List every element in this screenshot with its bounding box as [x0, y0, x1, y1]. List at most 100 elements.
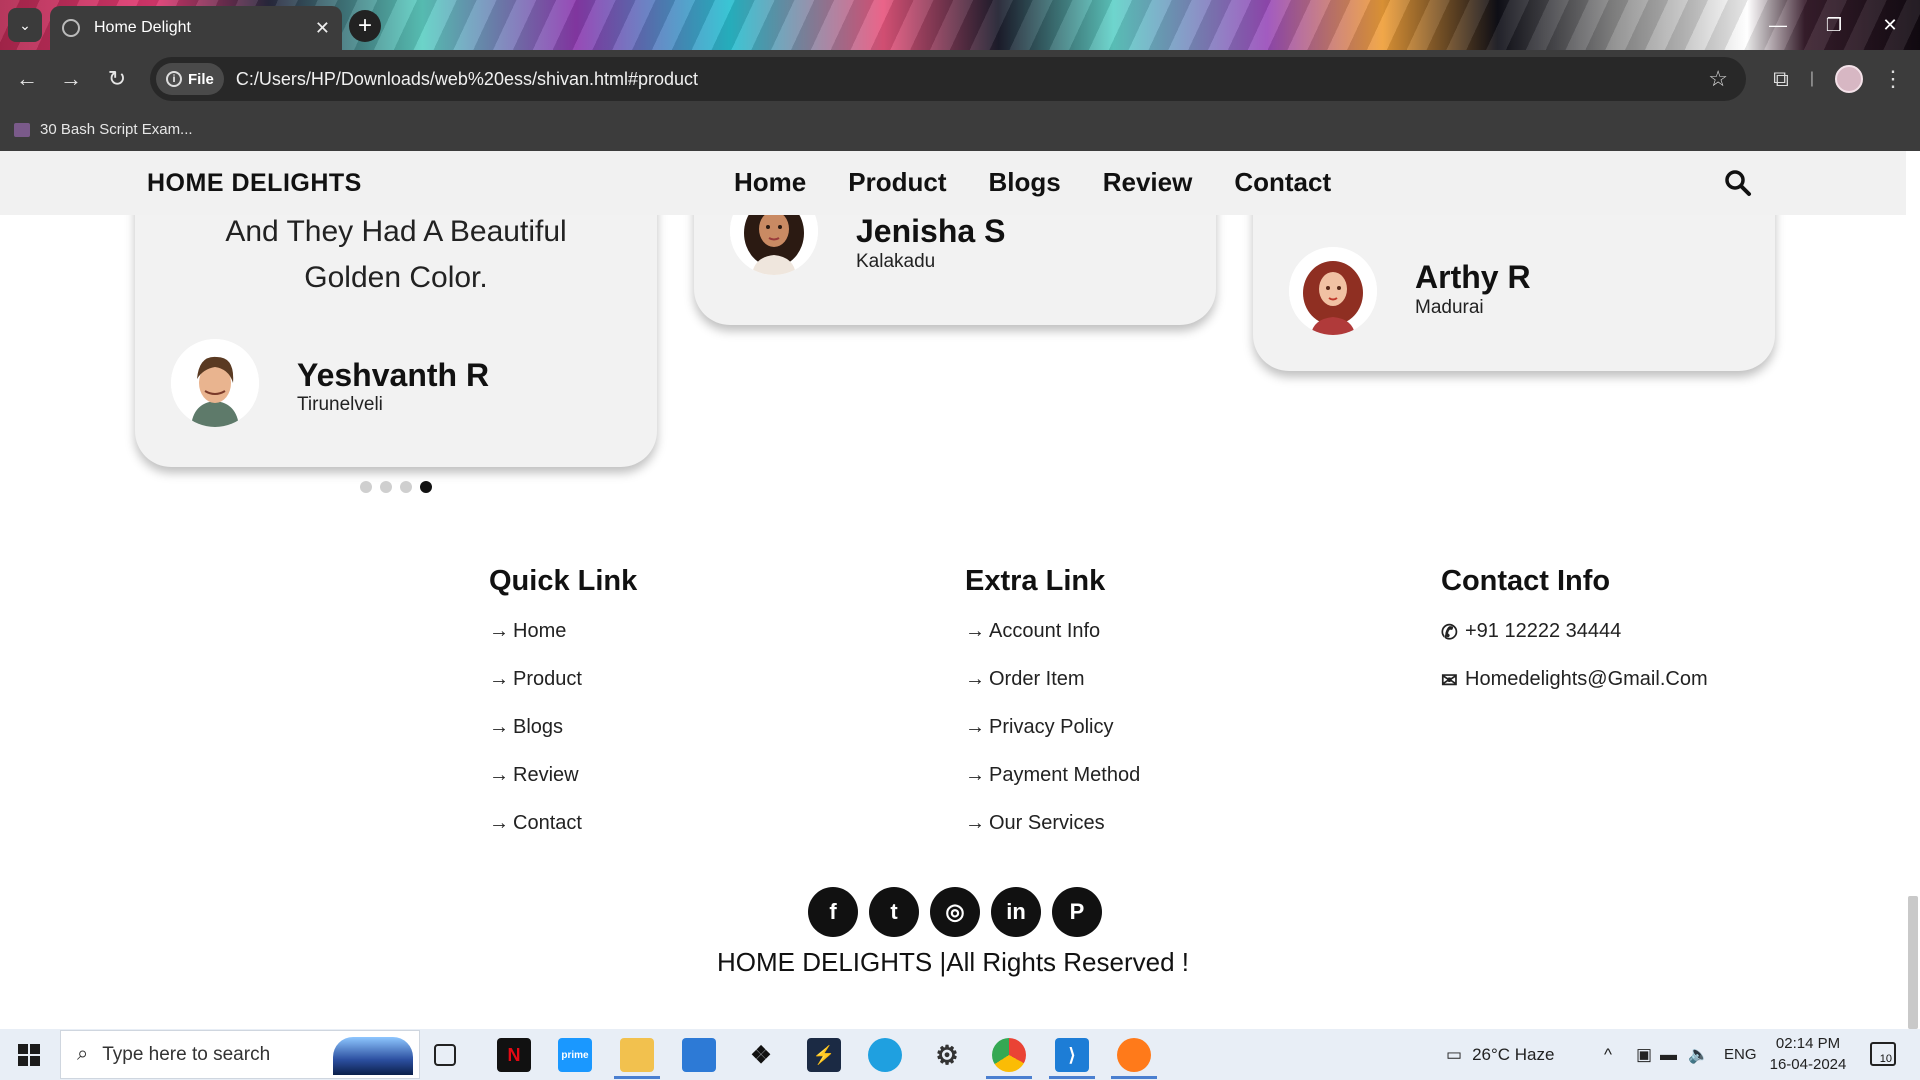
- social-links: f t ◎ in P: [808, 887, 1102, 937]
- footer-link-product[interactable]: → Product: [489, 668, 637, 716]
- footer-link-our-services[interactable]: → Our Services: [965, 812, 1140, 860]
- arrow-right-icon: →: [489, 668, 509, 690]
- chrome-icon[interactable]: [986, 1038, 1032, 1079]
- settings-gear-icon[interactable]: ⚙: [930, 1038, 964, 1072]
- nav-contact[interactable]: Contact: [1234, 167, 1331, 198]
- footer-phone[interactable]: ✆ +91 12222 34444: [1441, 620, 1708, 668]
- arrow-right-icon: →: [965, 812, 985, 834]
- address-bar[interactable]: i File C:/Users/HP/Downloads/web%20ess/s…: [150, 57, 1746, 101]
- footer-link-review[interactable]: → Review: [489, 764, 637, 812]
- url-text[interactable]: C:/Users/HP/Downloads/web%20ess/shivan.h…: [236, 69, 1708, 90]
- reviewer-city: Madurai: [1415, 297, 1484, 318]
- carousel-dot[interactable]: [380, 481, 392, 493]
- back-icon[interactable]: ←: [12, 64, 42, 94]
- tab-strip: ⌄ Home Delight ✕ + — ❐ ✕: [0, 0, 1920, 50]
- footer-link-order-item[interactable]: → Order Item: [965, 668, 1140, 716]
- footer-quick-links: Quick Link → Home → Product → Blogs → Review…: [489, 565, 637, 860]
- bookmark-star-icon[interactable]: ☆: [1708, 66, 1728, 92]
- close-window-icon[interactable]: ✕: [1862, 0, 1918, 50]
- powershell-icon[interactable]: ⚡: [807, 1038, 841, 1072]
- nav-home[interactable]: Home: [734, 167, 806, 198]
- kebab-menu-icon[interactable]: ⋮: [1880, 62, 1906, 96]
- email-address: Homedelights@Gmail.Com: [1465, 668, 1708, 690]
- language-indicator[interactable]: ENG: [1724, 1029, 1757, 1080]
- battery-icon[interactable]: ▬: [1660, 1029, 1677, 1080]
- taskbar-search-placeholder: Type here to search: [102, 1043, 271, 1065]
- carousel-pagination: [360, 481, 432, 493]
- minimize-icon[interactable]: —: [1750, 0, 1806, 50]
- footer-heading: Contact Info: [1441, 565, 1611, 597]
- carousel-dot[interactable]: [360, 481, 372, 493]
- site-nav: Home Product Blogs Review Contact: [734, 167, 1373, 198]
- tab-search-button[interactable]: ⌄: [8, 8, 42, 42]
- close-tab-icon[interactable]: ✕: [315, 18, 330, 39]
- link-label: Account Info: [989, 620, 1101, 642]
- nav-review[interactable]: Review: [1103, 167, 1193, 198]
- instagram-icon[interactable]: ◎: [930, 887, 980, 937]
- site-logo[interactable]: HOME DELIGHTS: [147, 169, 362, 198]
- site-info-chip[interactable]: i File: [156, 63, 224, 95]
- footer-link-account-info[interactable]: → Account Info: [965, 620, 1140, 668]
- link-label: Payment Method: [989, 764, 1141, 786]
- footer-contact-info: Contact Info ✆ +91 12222 34444 ✉ Homedelig…: [1441, 565, 1708, 716]
- carousel-dot-active[interactable]: [420, 481, 432, 493]
- envelope-icon: ✉: [1441, 670, 1458, 692]
- footer-link-payment-method[interactable]: → Payment Method: [965, 764, 1140, 812]
- footer-link-blogs[interactable]: → Blogs: [489, 716, 637, 764]
- new-tab-button[interactable]: +: [349, 10, 381, 42]
- linkedin-icon[interactable]: in: [991, 887, 1041, 937]
- volume-icon[interactable]: 🔈: [1688, 1029, 1709, 1080]
- arrow-right-icon: →: [489, 716, 509, 738]
- carousel-dot[interactable]: [400, 481, 412, 493]
- extensions-icon[interactable]: ⧉: [1766, 62, 1796, 96]
- footer-email[interactable]: ✉ Homedelights@Gmail.Com: [1441, 668, 1708, 716]
- netflix-icon[interactable]: N: [497, 1038, 531, 1072]
- copyright-text: HOME DELIGHTS |All Rights Reserved !: [717, 947, 1189, 977]
- facebook-icon[interactable]: f: [808, 887, 858, 937]
- tab-home-delight[interactable]: Home Delight ✕: [50, 6, 342, 50]
- edge-icon[interactable]: [868, 1038, 902, 1072]
- chevron-down-icon: ⌄: [19, 16, 31, 33]
- weather-widget[interactable]: ▭ 26°C Haze: [1446, 1029, 1554, 1080]
- bookmark-item[interactable]: 30 Bash Script Exam...: [40, 121, 193, 138]
- task-view-icon[interactable]: [434, 1044, 456, 1066]
- firefox-icon[interactable]: [1111, 1038, 1157, 1079]
- profile-avatar[interactable]: [1832, 62, 1866, 96]
- arrow-right-icon: →: [965, 764, 985, 786]
- tray-overflow-icon[interactable]: ^: [1604, 1029, 1612, 1080]
- site-header: HOME DELIGHTS Home Product Blogs Review …: [0, 151, 1906, 215]
- system-clock[interactable]: 02:14 PM 16-04-2024: [1768, 1033, 1848, 1075]
- footer-link-home[interactable]: → Home: [489, 620, 637, 668]
- weather-text: 26°C Haze: [1472, 1044, 1555, 1064]
- twitter-icon[interactable]: t: [869, 887, 919, 937]
- footer-link-privacy-policy[interactable]: → Privacy Policy: [965, 716, 1140, 764]
- footer-link-contact[interactable]: → Contact: [489, 812, 637, 860]
- vscode-icon[interactable]: ⟩: [1049, 1038, 1095, 1079]
- pinterest-icon[interactable]: P: [1052, 887, 1102, 937]
- reload-icon[interactable]: ↻: [102, 64, 132, 94]
- reviewer-city: Kalakadu: [856, 251, 936, 272]
- notification-center-icon[interactable]: 10: [1870, 1042, 1896, 1066]
- globe-icon: [62, 19, 80, 37]
- restore-icon[interactable]: ❐: [1806, 0, 1862, 50]
- prime-video-icon[interactable]: prime: [558, 1038, 592, 1072]
- reviewer-name: Arthy R: [1415, 259, 1531, 295]
- dropbox-icon[interactable]: ❖: [744, 1038, 778, 1072]
- meet-now-icon[interactable]: ▣: [1636, 1029, 1652, 1080]
- nav-blogs[interactable]: Blogs: [988, 167, 1060, 198]
- search-icon[interactable]: [1724, 169, 1752, 197]
- search-icon: ⌕: [77, 1043, 89, 1065]
- microsoft-store-icon[interactable]: [682, 1038, 716, 1072]
- link-label: Home: [513, 620, 567, 642]
- file-explorer-icon[interactable]: [614, 1038, 660, 1079]
- reviewer-name: Jenisha S: [856, 213, 1006, 249]
- reviewer-avatar: [171, 339, 259, 427]
- link-label: Review: [513, 764, 579, 786]
- forward-icon[interactable]: →: [56, 64, 86, 94]
- nav-product[interactable]: Product: [848, 167, 946, 198]
- taskbar-search-box[interactable]: ⌕ Type here to search: [60, 1030, 420, 1079]
- scrollbar-thumb[interactable]: [1908, 896, 1918, 1029]
- link-label: Privacy Policy: [989, 716, 1114, 738]
- reviewer-name: Yeshvanth R: [297, 357, 490, 393]
- windows-start-icon[interactable]: [18, 1044, 40, 1066]
